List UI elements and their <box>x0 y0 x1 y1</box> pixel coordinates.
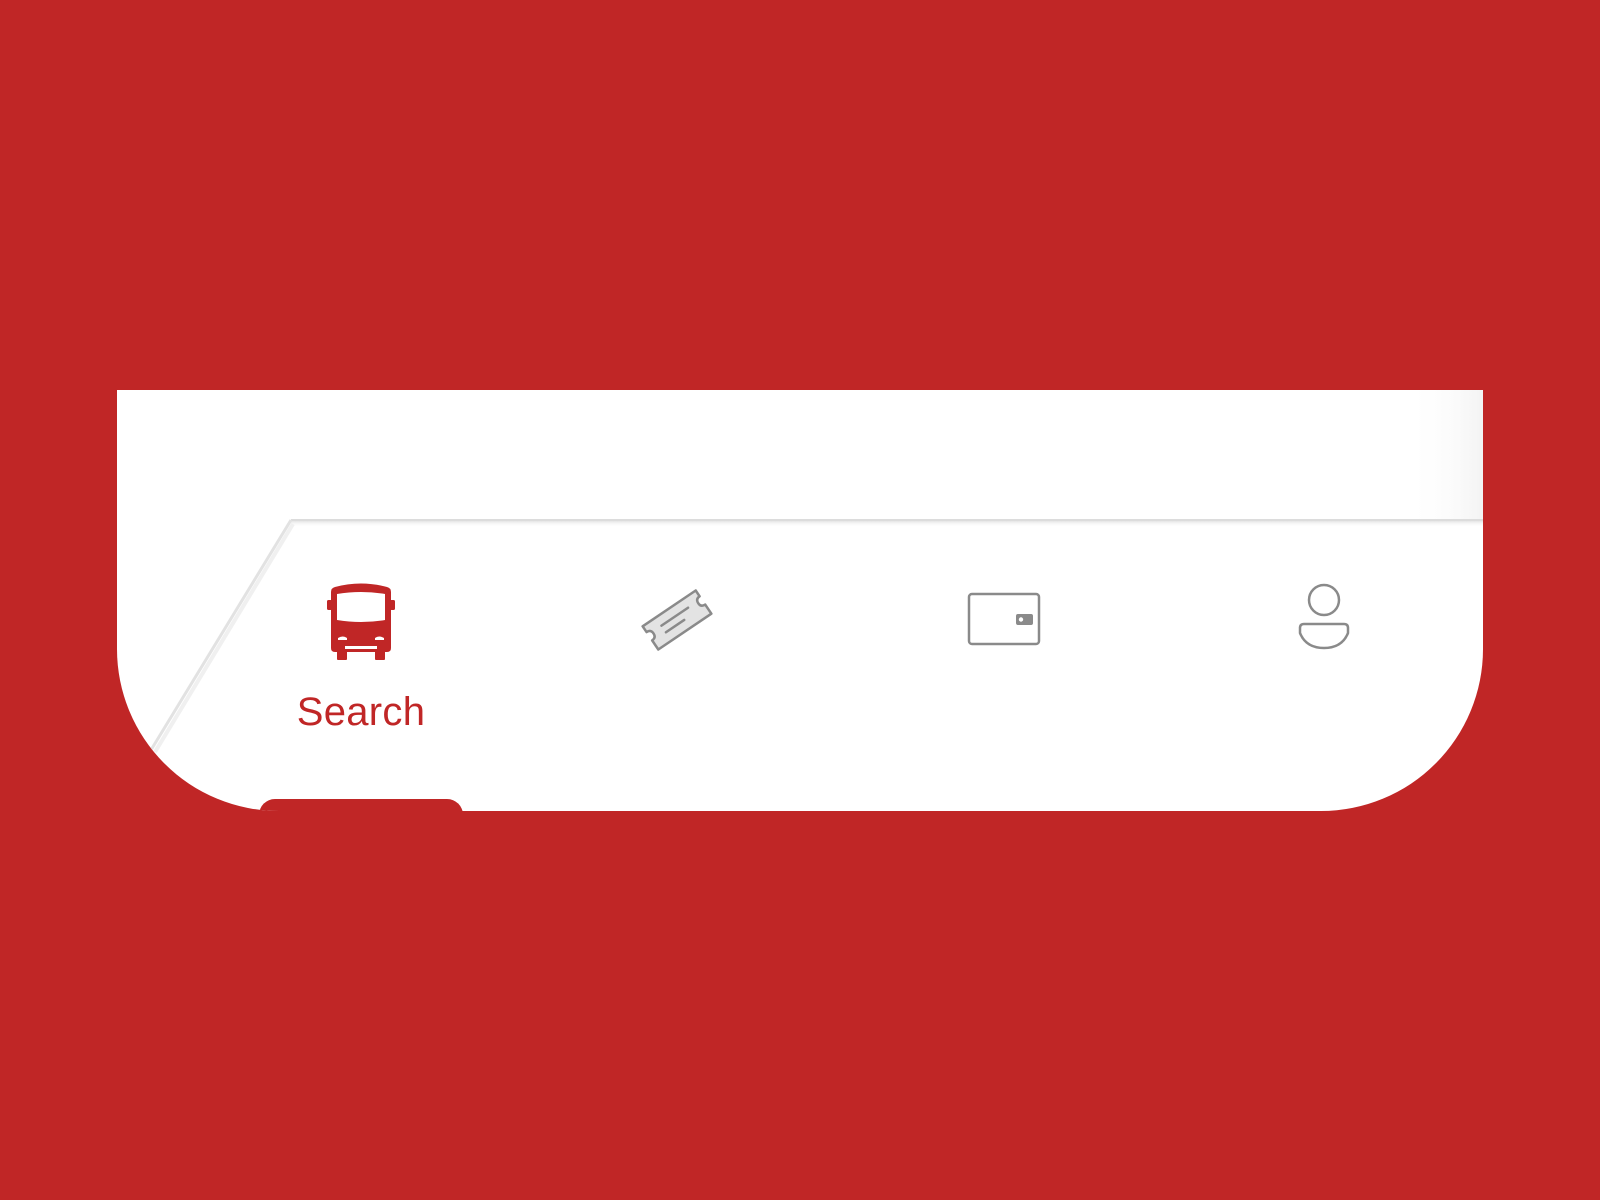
tab-search-label: Search <box>296 690 426 734</box>
tab-bar-panel: Search <box>117 390 1483 811</box>
wallet-icon <box>967 592 1041 646</box>
bus-icon <box>327 583 395 660</box>
tab-wallet[interactable] <box>904 580 1104 740</box>
tab-tickets[interactable] <box>577 580 777 740</box>
tab-search[interactable]: Search <box>261 580 461 740</box>
user-icon <box>1298 583 1350 650</box>
home-indicator <box>259 799 463 811</box>
tab-account[interactable] <box>1224 580 1424 740</box>
ticket-icon <box>641 589 713 651</box>
